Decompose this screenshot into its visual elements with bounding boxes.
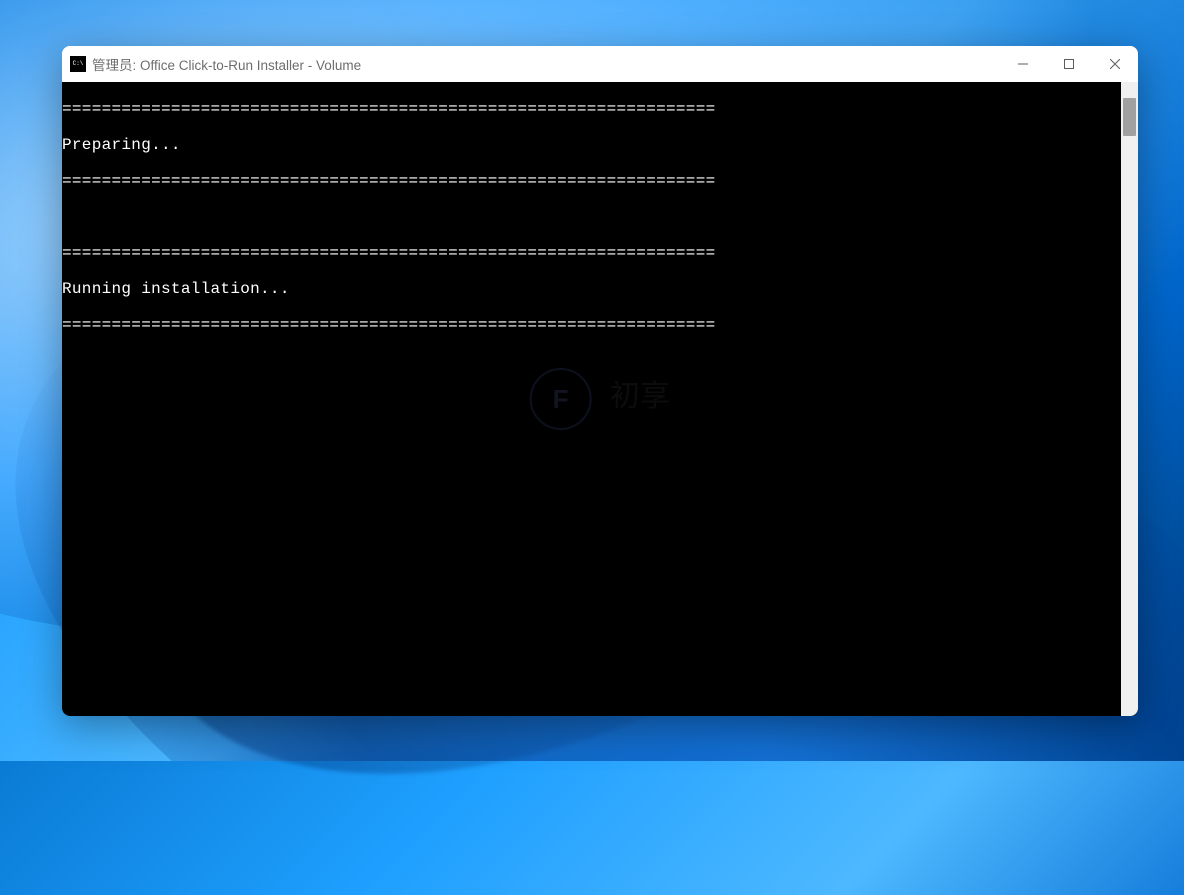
watermark-text: 初享 <box>610 390 671 408</box>
close-button[interactable] <box>1092 46 1138 82</box>
console-line: ========================================… <box>62 244 1121 262</box>
console-line: ========================================… <box>62 100 1121 118</box>
console-line: Preparing... <box>62 136 1121 154</box>
watermark: F 初享 <box>530 368 671 430</box>
cmd-icon <box>70 56 86 72</box>
maximize-button[interactable] <box>1046 46 1092 82</box>
window-title: 管理员: Office Click-to-Run Installer - Vol… <box>92 54 1000 74</box>
console-line: Running installation... <box>62 280 1121 298</box>
console-line: ========================================… <box>62 316 1121 334</box>
console-area: ========================================… <box>62 82 1138 716</box>
console-line: ========================================… <box>62 172 1121 190</box>
minimize-button[interactable] <box>1000 46 1046 82</box>
watermark-logo-circle: F <box>530 368 592 430</box>
watermark-logo-letter: F <box>553 390 569 408</box>
close-icon <box>1110 59 1120 69</box>
console-window: 管理员: Office Click-to-Run Installer - Vol… <box>62 46 1138 716</box>
titlebar[interactable]: 管理员: Office Click-to-Run Installer - Vol… <box>62 46 1138 82</box>
minimize-icon <box>1018 59 1028 69</box>
vertical-scrollbar[interactable] <box>1121 82 1138 716</box>
console-output[interactable]: ========================================… <box>62 82 1121 716</box>
window-controls <box>1000 46 1138 82</box>
maximize-icon <box>1064 59 1074 69</box>
scrollbar-thumb[interactable] <box>1123 98 1136 136</box>
